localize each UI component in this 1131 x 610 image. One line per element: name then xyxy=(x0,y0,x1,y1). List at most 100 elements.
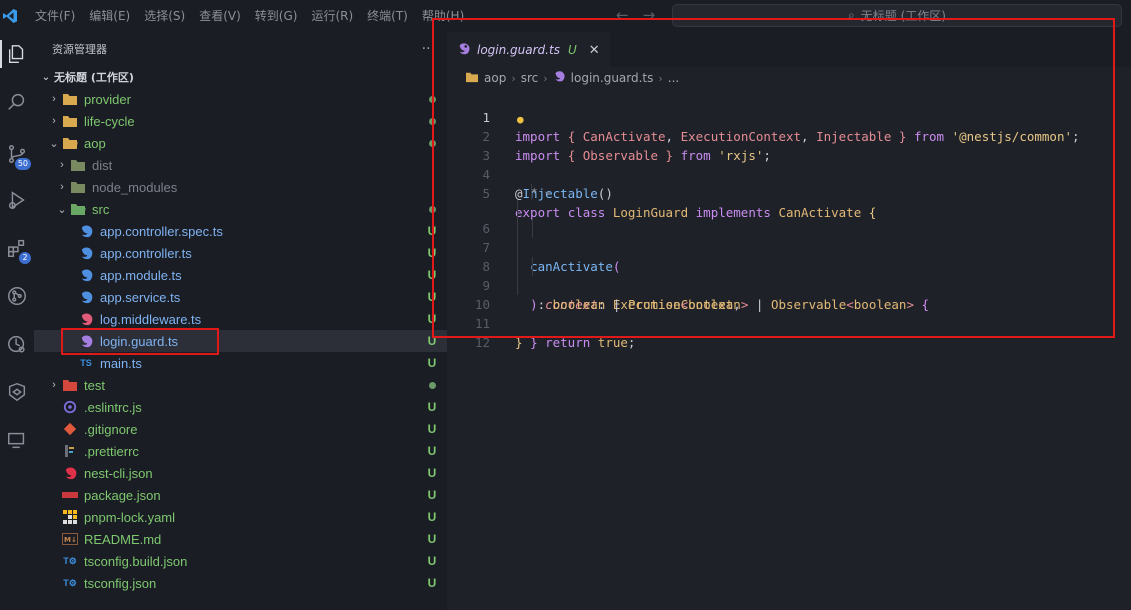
tree-item-label: tsconfig.json xyxy=(84,575,157,591)
tree-file[interactable]: .gitignore U xyxy=(34,418,447,440)
tree-file[interactable]: log.middleware.ts U xyxy=(34,308,447,330)
tree-item-label: app.service.ts xyxy=(100,289,181,305)
explorer-icon[interactable] xyxy=(0,34,34,74)
menu-item[interactable]: 选择(S) xyxy=(137,0,192,32)
tree-file[interactable]: app.service.ts U xyxy=(34,286,447,308)
eslint-icon xyxy=(62,399,78,415)
search-icon[interactable] xyxy=(0,82,34,122)
folder-icon xyxy=(62,377,78,393)
tsconfig-icon: T⚙ xyxy=(63,555,77,566)
tree-item-label: app.module.ts xyxy=(100,267,182,283)
nest-file-icon xyxy=(78,311,94,327)
tree-file[interactable]: pnpm-lock.yaml U xyxy=(34,506,447,528)
menu-bar: 文件(F) 编辑(E) 选择(S) 查看(V) 转到(G) 运行(R) 终端(T) 帮助(H) xyxy=(28,0,471,32)
git-status: U xyxy=(427,488,437,502)
tree-item-label: pnpm-lock.yaml xyxy=(84,509,176,525)
modified-dot-icon xyxy=(428,382,436,389)
tree-file[interactable]: nest-cli.json U xyxy=(34,462,447,484)
tree-item-label: package.json xyxy=(84,487,161,503)
git-status: U xyxy=(427,554,437,568)
git-status: U xyxy=(427,422,437,436)
folder-icon xyxy=(70,179,86,195)
git-status xyxy=(420,378,444,392)
chevron-down-icon: ⌄ xyxy=(57,203,67,216)
tree-folder[interactable]: › test xyxy=(34,374,447,396)
chevron-right-icon: › xyxy=(52,93,56,105)
typescript-icon: TS xyxy=(80,358,92,368)
tree-item-label: provider xyxy=(84,91,131,107)
chevron-right-icon: › xyxy=(52,379,56,391)
chevron-right-icon: › xyxy=(52,115,56,127)
explorer-sidebar: 资源管理器 ··· ⌄ 无标题 (工作区) › provider › life-cyc… xyxy=(34,32,447,610)
tree-folder[interactable]: › dist xyxy=(34,154,447,176)
tree-item-label: tsconfig.build.json xyxy=(84,553,188,569)
tree-file[interactable]: app.controller.ts U xyxy=(34,242,447,264)
tree-folder[interactable]: › life-cycle xyxy=(34,110,447,132)
tree-item-label: nest-cli.json xyxy=(84,465,153,481)
workspace-header[interactable]: ⌄ 无标题 (工作区) xyxy=(34,66,447,88)
tree-item-label: README.md xyxy=(84,531,162,547)
git-status: U xyxy=(427,444,437,458)
tree-file[interactable]: package.json U xyxy=(34,484,447,506)
git-graph-icon[interactable] xyxy=(0,276,34,316)
git-status: U xyxy=(427,510,437,524)
tree-item-label: app.controller.ts xyxy=(100,245,192,261)
nest-file-icon xyxy=(78,245,94,261)
extensions-badge: 2 xyxy=(19,252,31,264)
tree-file[interactable]: .prettierrc U xyxy=(34,440,447,462)
tree-file[interactable]: app.controller.spec.ts U xyxy=(34,220,447,242)
folder-icon xyxy=(70,157,86,173)
nest-file-icon xyxy=(78,223,94,239)
menu-item[interactable]: 转到(G) xyxy=(248,0,305,32)
tree-item-label: .eslintrc.js xyxy=(84,399,142,415)
git-icon xyxy=(62,421,78,437)
menu-item[interactable]: 查看(V) xyxy=(192,0,248,32)
tree-item-label: src xyxy=(92,201,110,217)
tree-item-label: .gitignore xyxy=(84,421,138,437)
tree-item-label: test xyxy=(84,377,105,393)
menu-item[interactable]: 终端(T) xyxy=(360,0,415,32)
tree-file[interactable]: .eslintrc.js U xyxy=(34,396,447,418)
menu-item[interactable]: 编辑(E) xyxy=(82,0,137,32)
tree-item-label: aop xyxy=(84,135,106,151)
tree-file[interactable]: T⚙ tsconfig.json U xyxy=(34,572,447,594)
tree-file[interactable]: app.module.ts U xyxy=(34,264,447,286)
tree-file[interactable]: M↓ README.md U xyxy=(34,528,447,550)
tree-folder[interactable]: ⌄ src xyxy=(34,198,447,220)
tree-file[interactable]: T⚙ tsconfig.build.json U xyxy=(34,550,447,572)
folder-icon xyxy=(62,91,78,107)
tree-folder[interactable]: › node_modules xyxy=(34,176,447,198)
menu-item[interactable]: 运行(R) xyxy=(304,0,360,32)
tree-folder[interactable]: › provider xyxy=(34,88,447,110)
source-control-icon[interactable]: 50 xyxy=(0,134,34,174)
tree-item-label: main.ts xyxy=(100,355,142,371)
tree-item-label: life-cycle xyxy=(84,113,135,129)
git-status: U xyxy=(427,576,437,590)
git-status: U xyxy=(427,356,437,370)
menu-item[interactable]: 文件(F) xyxy=(28,0,82,32)
nest-file-icon xyxy=(78,267,94,283)
tree-folder[interactable]: ⌄ aop xyxy=(34,132,447,154)
git-status: U xyxy=(427,400,437,414)
nest-file-icon xyxy=(78,289,94,305)
tree-file[interactable]: TS main.ts U xyxy=(34,352,447,374)
npm-icon xyxy=(62,487,78,503)
extensions-icon[interactable]: 2 xyxy=(0,228,34,268)
git-status: U xyxy=(427,532,437,546)
remote-window-icon[interactable] xyxy=(0,420,34,460)
remote-explorer-icon[interactable] xyxy=(0,372,34,412)
editor-highlight-box xyxy=(432,18,1115,338)
activity-bar: 50 2 xyxy=(0,32,34,610)
chevron-right-icon: › xyxy=(60,159,64,171)
nest-icon xyxy=(62,465,78,481)
folder-open-icon xyxy=(70,201,86,217)
folder-open-icon xyxy=(62,135,78,151)
chevron-down-icon: ⌄ xyxy=(41,71,51,83)
source-control-badge: 50 xyxy=(14,158,31,170)
git-status: U xyxy=(427,466,437,480)
file-highlight-box xyxy=(61,328,219,355)
prettier-icon xyxy=(62,443,78,459)
markdown-icon: M↓ xyxy=(62,531,78,547)
run-debug-icon[interactable] xyxy=(0,180,34,220)
docker-icon[interactable] xyxy=(0,324,34,364)
